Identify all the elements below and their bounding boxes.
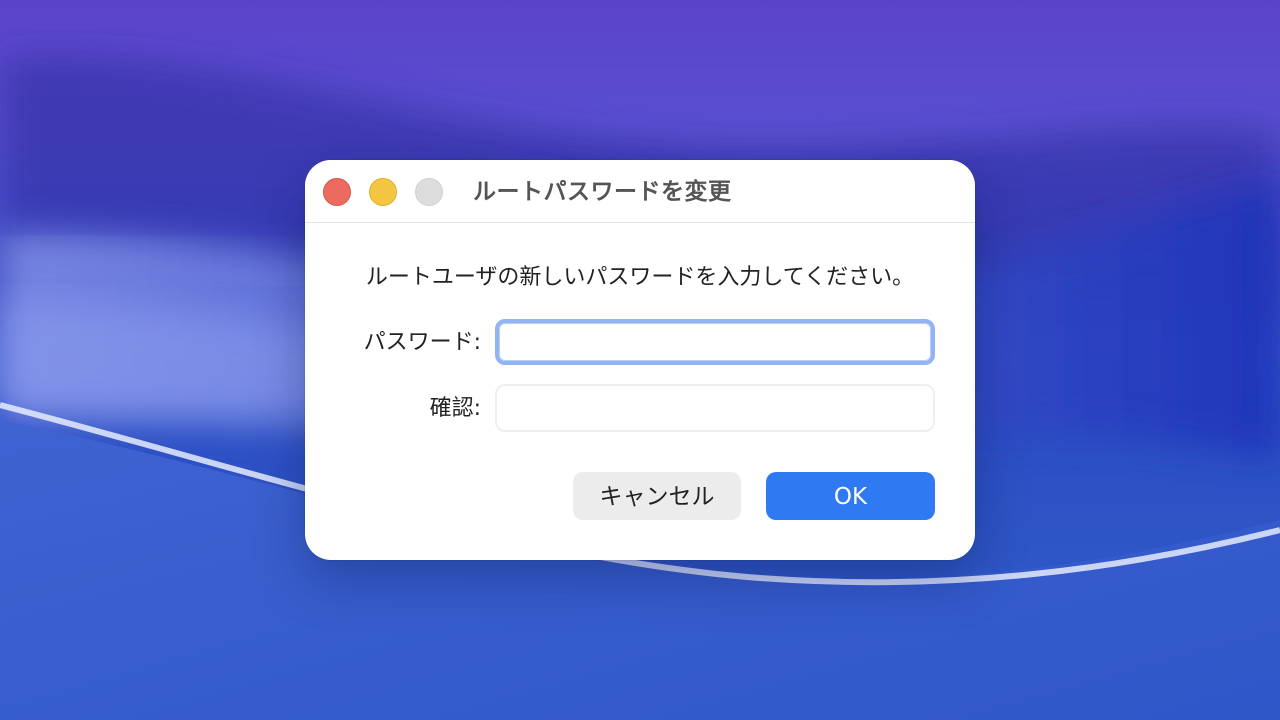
password-label: パスワード: — [363, 330, 481, 355]
change-root-password-dialog: ルートパスワードを変更 ルートユーザの新しいパスワードを入力してください。 パス… — [305, 160, 975, 560]
dialog-title: ルートパスワードを変更 — [473, 179, 732, 205]
minimize-window-icon[interactable] — [369, 178, 397, 206]
confirm-label: 確認: — [429, 396, 481, 421]
ok-button[interactable]: OK — [766, 472, 935, 520]
confirm-password-field[interactable] — [495, 384, 935, 432]
close-window-icon[interactable] — [323, 178, 351, 206]
dialog-message: ルートユーザの新しいパスワードを入力してください。 — [365, 265, 915, 290]
zoom-window-icon — [415, 178, 443, 206]
desktop-background: ルートパスワードを変更 ルートユーザの新しいパスワードを入力してください。 パス… — [0, 0, 1280, 720]
titlebar: ルートパスワードを変更 — [305, 160, 975, 223]
cancel-button[interactable]: キャンセル — [573, 472, 741, 520]
password-field[interactable] — [495, 319, 935, 365]
